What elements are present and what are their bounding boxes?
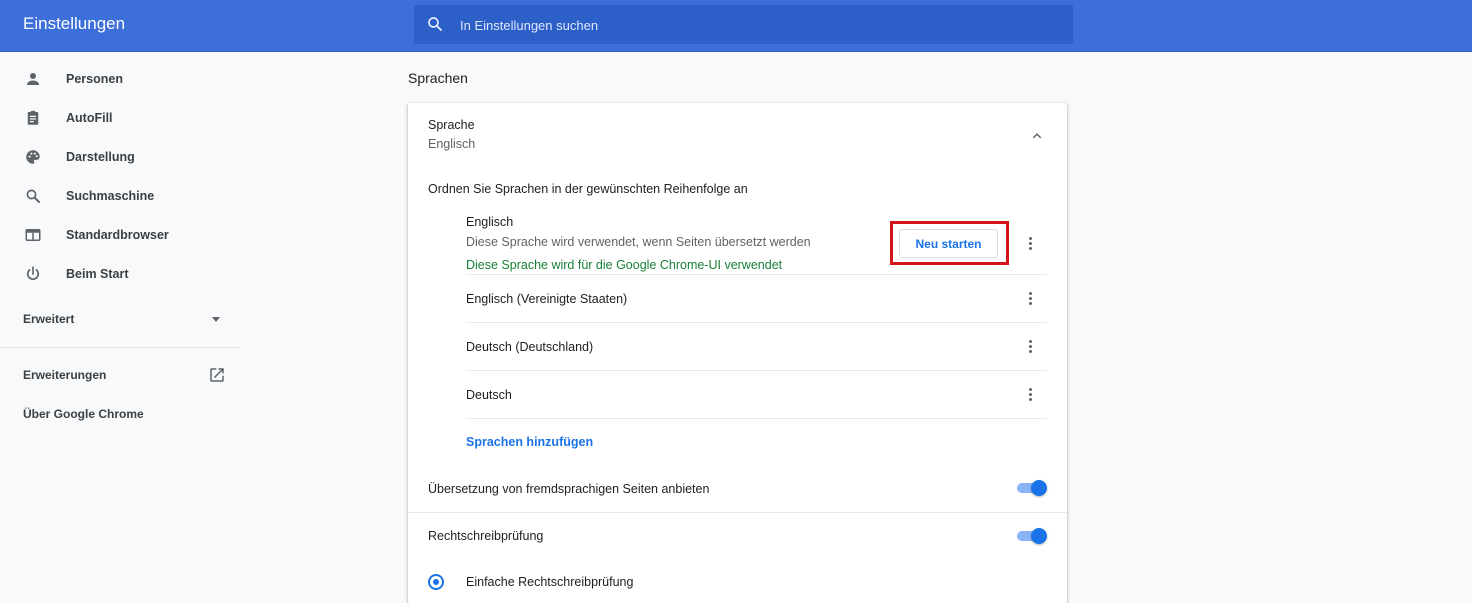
search-box[interactable] bbox=[414, 5, 1073, 46]
row-divider bbox=[466, 418, 1047, 419]
restart-highlight-box: Neu starten bbox=[890, 221, 1009, 265]
row-divider bbox=[466, 274, 1047, 275]
more-vert-icon[interactable] bbox=[1029, 237, 1033, 251]
sidebar-advanced-label: Erweitert bbox=[23, 312, 75, 326]
language-ui-note: Diese Sprache wird für die Google Chrome… bbox=[466, 258, 783, 272]
restart-button[interactable]: Neu starten bbox=[899, 229, 998, 258]
language-name: Englisch (Vereinigte Staaten) bbox=[466, 292, 628, 306]
language-value: Englisch bbox=[428, 137, 476, 151]
translate-offer-toggle[interactable] bbox=[1016, 480, 1047, 496]
language-header: Sprache bbox=[428, 118, 475, 132]
search-icon bbox=[428, 17, 442, 31]
more-vert-icon[interactable] bbox=[1029, 292, 1033, 306]
language-name: Englisch bbox=[466, 215, 514, 229]
language-name: Deutsch bbox=[466, 388, 512, 402]
sidebar-item-erweiterungen[interactable]: Erweiterungen bbox=[23, 368, 106, 382]
languages-card: Sprache Englisch Ordnen Sie Sprachen in … bbox=[408, 103, 1067, 603]
browser-window-icon bbox=[25, 229, 41, 241]
translate-offer-label: Übersetzung von fremdsprachigen Seiten a… bbox=[428, 482, 710, 496]
spellcheck-label: Rechtschreibprüfung bbox=[428, 529, 544, 543]
sidebar-item-label: Personen bbox=[66, 72, 123, 86]
sidebar-item-beim-start[interactable]: Beim Start bbox=[0, 255, 240, 293]
language-description: Diese Sprache wird verwendet, wenn Seite… bbox=[466, 235, 811, 249]
section-title: Sprachen bbox=[408, 70, 468, 86]
sidebar-item-label: AutoFill bbox=[66, 111, 113, 125]
sidebar-item-autofill[interactable]: AutoFill bbox=[0, 99, 240, 137]
sidebar-advanced-toggle[interactable]: Erweitert bbox=[0, 301, 240, 339]
search-input[interactable] bbox=[458, 5, 1062, 46]
order-hint: Ordnen Sie Sprachen in der gewünschten R… bbox=[428, 182, 748, 196]
sidebar-item-label: Darstellung bbox=[66, 150, 135, 164]
row-divider bbox=[466, 322, 1047, 323]
more-vert-icon[interactable] bbox=[1029, 340, 1033, 354]
page-title: Einstellungen bbox=[23, 14, 126, 33]
spellcheck-basic-radio[interactable] bbox=[428, 574, 444, 590]
chevron-up-icon[interactable] bbox=[1028, 127, 1046, 145]
section-divider bbox=[408, 512, 1067, 513]
sidebar-item-label: Beim Start bbox=[66, 267, 129, 281]
sidebar-item-standardbrowser[interactable]: Standardbrowser bbox=[0, 216, 240, 254]
sidebar-item-personen[interactable]: Personen bbox=[0, 60, 240, 98]
add-languages-link[interactable]: Sprachen hinzufügen bbox=[466, 435, 593, 449]
sidebar-item-about-chrome[interactable]: Über Google Chrome bbox=[23, 407, 144, 421]
top-bar: Einstellungen bbox=[0, 0, 1472, 52]
sidebar-item-label: Suchmaschine bbox=[66, 189, 155, 203]
dropdown-arrow-icon bbox=[212, 317, 220, 322]
search-icon bbox=[26, 189, 40, 203]
spellcheck-toggle[interactable] bbox=[1016, 528, 1047, 544]
language-name: Deutsch (Deutschland) bbox=[466, 340, 594, 354]
clipboard-icon bbox=[27, 110, 39, 125]
more-vert-icon[interactable] bbox=[1029, 388, 1033, 402]
palette-icon bbox=[26, 150, 40, 164]
spellcheck-option-label: Einfache Rechtschreibprüfung bbox=[466, 575, 634, 589]
sidebar-item-suchmaschine[interactable]: Suchmaschine bbox=[0, 177, 240, 215]
open-external-icon[interactable] bbox=[208, 366, 226, 384]
sidebar-item-darstellung[interactable]: Darstellung bbox=[0, 138, 240, 176]
person-icon bbox=[27, 73, 39, 85]
sidebar-divider bbox=[0, 347, 240, 348]
row-divider bbox=[466, 370, 1047, 371]
power-icon bbox=[27, 266, 39, 280]
sidebar-item-label: Standardbrowser bbox=[66, 228, 169, 242]
